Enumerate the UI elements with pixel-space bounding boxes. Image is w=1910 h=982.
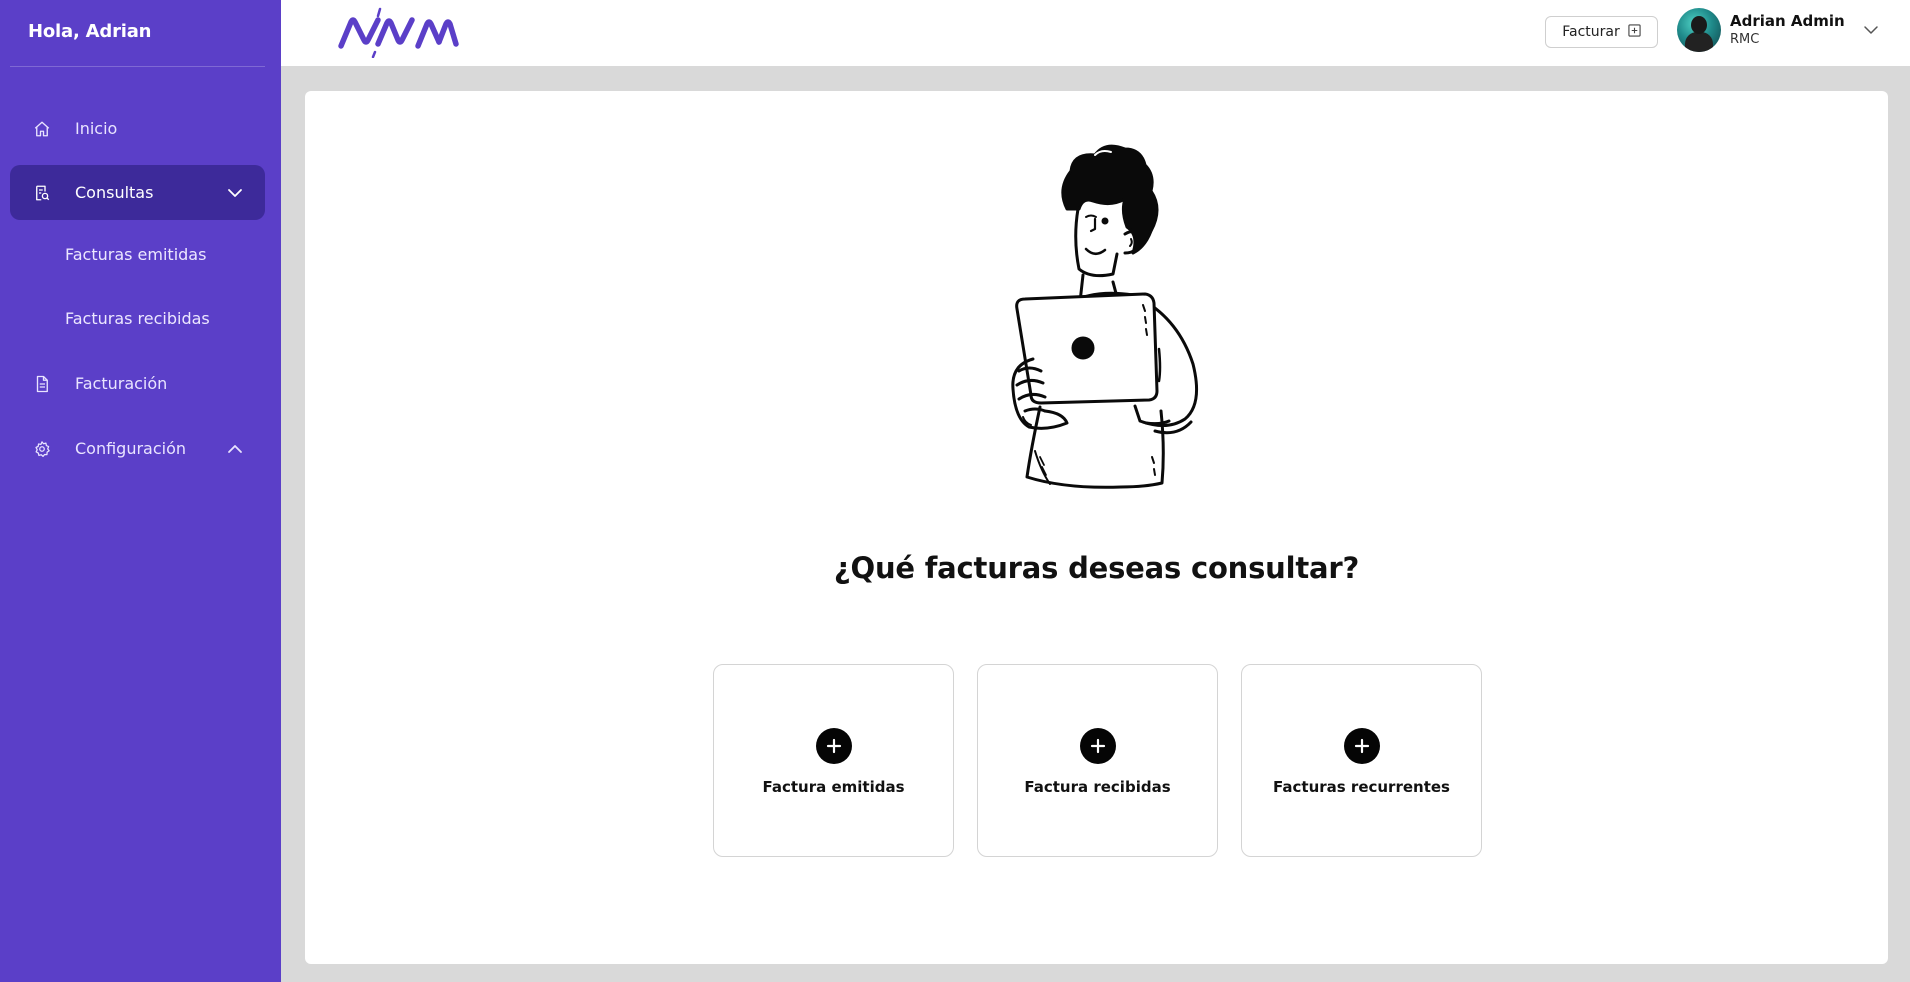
person-with-tablet-illustration bbox=[955, 119, 1245, 504]
option-label: Factura recibidas bbox=[1024, 778, 1171, 796]
facturar-button[interactable]: Facturar bbox=[1545, 16, 1658, 48]
user-info: Adrian Admin RMC bbox=[1730, 11, 1845, 47]
add-document-icon bbox=[1628, 23, 1641, 41]
user-menu[interactable]: Adrian Admin RMC bbox=[1677, 8, 1879, 52]
user-org: RMC bbox=[1730, 31, 1760, 47]
user-name: Adrian Admin bbox=[1730, 11, 1845, 30]
main-card: ¿Qué facturas deseas consultar? Factura … bbox=[305, 91, 1888, 964]
top-bar: Facturar Adrian Admin RMC bbox=[281, 0, 1910, 66]
sidebar-greeting: Hola, Adrian bbox=[28, 21, 152, 42]
option-label: Facturas recurrentes bbox=[1273, 778, 1450, 796]
chevron-down-icon bbox=[227, 185, 243, 201]
sidebar-subitem-facturas-emitidas[interactable]: Facturas emitidas bbox=[65, 245, 206, 264]
sidebar-item-label: Facturación bbox=[75, 374, 168, 393]
sidebar-item-label: Inicio bbox=[75, 119, 118, 138]
sidebar-item-label: Consultas bbox=[75, 183, 154, 202]
option-factura-recibidas[interactable]: Factura recibidas bbox=[977, 664, 1218, 857]
sidebar-subitem-facturas-recibidas[interactable]: Facturas recibidas bbox=[65, 309, 210, 328]
plus-circle-icon bbox=[1343, 728, 1380, 764]
chevron-down-icon bbox=[1863, 22, 1879, 38]
option-factura-emitidas[interactable]: Factura emitidas bbox=[713, 664, 954, 857]
page-question: ¿Qué facturas deseas consultar? bbox=[833, 551, 1360, 585]
sidebar-item-facturacion[interactable]: Facturación bbox=[10, 356, 265, 411]
sidebar-item-inicio[interactable]: Inicio bbox=[10, 101, 265, 156]
brand-logo[interactable] bbox=[336, 6, 466, 59]
option-facturas-recurrentes[interactable]: Facturas recurrentes bbox=[1241, 664, 1482, 857]
option-label: Factura emitidas bbox=[762, 778, 905, 796]
sidebar-item-label: Configuración bbox=[75, 439, 187, 458]
avatar bbox=[1677, 8, 1721, 52]
sidebar-item-consultas[interactable]: Consultas bbox=[10, 165, 265, 220]
gear-icon bbox=[32, 439, 52, 459]
plus-circle-icon bbox=[1079, 728, 1116, 764]
plus-circle-icon bbox=[815, 728, 852, 764]
document-search-icon bbox=[32, 183, 52, 203]
facturar-button-label: Facturar bbox=[1562, 24, 1620, 40]
sidebar-item-configuracion[interactable]: Configuración bbox=[10, 421, 265, 476]
home-icon bbox=[32, 119, 52, 139]
sidebar: Hola, Adrian Inicio Consultas Facturas e… bbox=[0, 0, 281, 982]
chevron-up-icon bbox=[227, 441, 243, 457]
sidebar-divider bbox=[10, 66, 265, 67]
file-icon bbox=[32, 374, 52, 394]
